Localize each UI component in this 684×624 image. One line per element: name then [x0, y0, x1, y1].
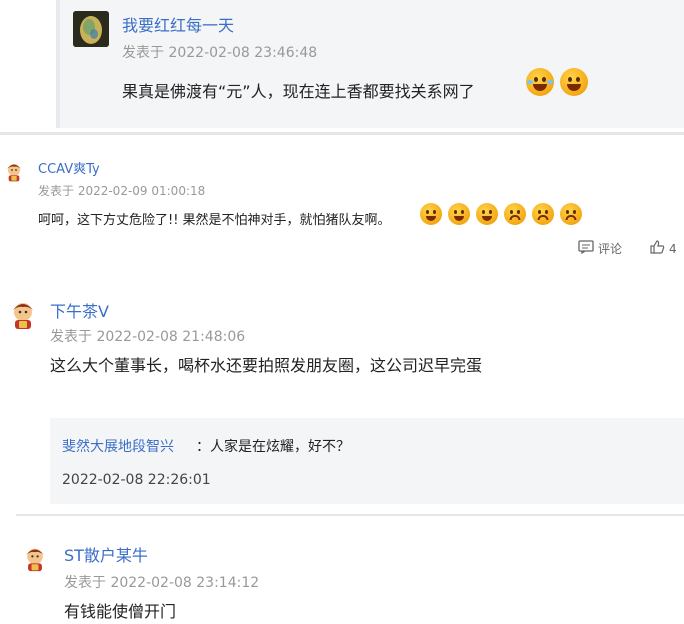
- comment-text: 果真是佛渡有“元”人，现在连上香都要找关系网了: [122, 82, 475, 101]
- comment-author[interactable]: ST散户某牛: [64, 542, 148, 566]
- sad-emoji: [560, 203, 582, 225]
- reply-author[interactable]: 斐然大展地段智兴: [62, 436, 174, 456]
- emoji-group: [420, 203, 588, 225]
- laugh-cry-emoji: [526, 68, 554, 96]
- comment-text: 这么大个董事长，喝杯水还要拍照发朋友圈，这公司迟早完蛋: [50, 356, 483, 375]
- emoji-group: [526, 68, 594, 96]
- comment-text: 有钱能使僧开门: [64, 602, 177, 621]
- grin-emoji: [476, 203, 498, 225]
- comment-timestamp: 发表于 2022-02-09 01:00:18: [38, 184, 206, 198]
- like-button[interactable]: 4: [650, 240, 677, 257]
- divider: [0, 132, 684, 135]
- reply-text: ：人家是在炫耀，好不？: [196, 439, 350, 455]
- reply-timestamp: 2022-02-08 22:26:01: [62, 472, 211, 488]
- like-count: 4: [669, 241, 677, 256]
- thumbs-up-icon: [650, 240, 665, 257]
- comment-text: 呵呵，这下方丈危险了!! 果然是不怕神对手，就怕猪队友啊。: [38, 213, 391, 228]
- reply-label: 评论: [598, 242, 623, 256]
- avatar[interactable]: [4, 162, 24, 182]
- comment-timestamp: 发表于 2022-02-08 23:14:12: [64, 575, 260, 591]
- sad-emoji: [504, 203, 526, 225]
- comment-timestamp: 发表于 2022-02-08 23:46:48: [122, 45, 318, 61]
- avatar[interactable]: [8, 300, 38, 330]
- reply-button[interactable]: 评论: [578, 240, 622, 257]
- comment-icon: [578, 240, 594, 257]
- comment-timestamp: 发表于 2022-02-08 21:48:06: [50, 329, 246, 345]
- avatar[interactable]: [22, 546, 48, 572]
- grin-emoji: [420, 203, 442, 225]
- avatar[interactable]: [73, 11, 109, 47]
- sad-emoji: [532, 203, 554, 225]
- laugh-emoji: [560, 68, 588, 96]
- comment-author[interactable]: 我要红红每一天: [122, 12, 234, 36]
- comment-author[interactable]: 下午茶V: [50, 298, 109, 322]
- divider: [16, 514, 684, 516]
- comment-author[interactable]: CCAV爽Ty: [38, 158, 100, 177]
- reply-block: [50, 418, 684, 504]
- grin-emoji: [448, 203, 470, 225]
